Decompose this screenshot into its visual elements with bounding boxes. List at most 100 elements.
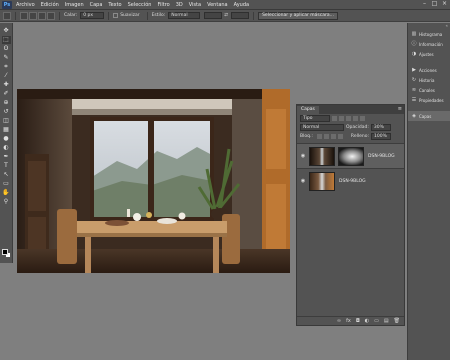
gradient-tool[interactable]: ▦: [2, 126, 11, 134]
dock-item-channels[interactable]: ≋ Canales: [408, 85, 450, 95]
menu-ventana[interactable]: Ventana: [207, 2, 228, 8]
eyedropper-tool[interactable]: ⁄: [2, 72, 11, 80]
marquee-preset-icon[interactable]: [3, 11, 11, 20]
photoshop-logo-icon: Ps: [2, 0, 12, 9]
fill-label: Relleno:: [350, 134, 369, 139]
layer-row[interactable]: ◉ DSN-9BLOG: [297, 168, 404, 193]
info-icon: ⓘ: [411, 41, 417, 47]
move-tool[interactable]: ✥: [2, 27, 11, 35]
dock-item-history[interactable]: ↻ Historia: [408, 75, 450, 85]
new-selection-icon[interactable]: [20, 11, 28, 20]
style-select[interactable]: Normal: [168, 12, 201, 19]
menu-vista[interactable]: Vista: [189, 2, 201, 8]
height-input[interactable]: [231, 12, 250, 19]
healing-brush-tool[interactable]: ✚: [2, 81, 11, 89]
pen-tool[interactable]: ✒: [2, 153, 11, 161]
visibility-eye-icon[interactable]: ◉: [299, 153, 307, 159]
style-label: Estilo:: [151, 13, 166, 18]
layer-style-icon[interactable]: fx: [346, 318, 351, 324]
type-tool[interactable]: T: [2, 162, 11, 170]
tab-capas[interactable]: Capas: [297, 106, 319, 114]
zoom-tool[interactable]: ⚲: [2, 198, 11, 206]
delete-layer-icon[interactable]: 🗑: [394, 318, 400, 324]
history-brush-tool[interactable]: ↺: [2, 108, 11, 116]
link-layers-icon[interactable]: ∞: [337, 318, 341, 324]
dodge-tool[interactable]: ◐: [2, 144, 11, 152]
lasso-tool[interactable]: ʘ: [2, 45, 11, 53]
blur-tool[interactable]: ●: [2, 135, 11, 143]
new-group-icon[interactable]: ▭: [374, 318, 379, 324]
antialias-checkbox[interactable]: [113, 13, 119, 18]
actions-icon: ▶: [412, 67, 416, 73]
close-button[interactable]: ×: [441, 1, 448, 8]
path-selection-tool[interactable]: ↖: [2, 171, 11, 179]
quick-selection-tool[interactable]: ✎: [2, 54, 11, 62]
menu-capa[interactable]: Capa: [90, 2, 103, 8]
filter-pixel-icon[interactable]: [332, 116, 337, 121]
options-divider: [253, 11, 255, 20]
dock-item-label: Historia: [419, 77, 435, 83]
menu-ayuda[interactable]: Ayuda: [234, 2, 249, 8]
layer-row[interactable]: ◉ DSN-9BLOG: [297, 143, 404, 168]
antialias-label: Suavizar: [120, 13, 140, 18]
maximize-button[interactable]: □: [431, 1, 438, 8]
panel-dock: « ▥ Histograma ⓘ Información ◑ Ajustes ▶ Accio…: [407, 23, 450, 360]
filter-type-icon[interactable]: [346, 116, 351, 121]
hand-tool[interactable]: ✋: [2, 189, 11, 197]
layers-panel: Capas ≡ Tipo Normal Opacidad: 30% Bloq.:…: [296, 104, 405, 326]
swap-icon[interactable]: ⇄: [224, 13, 228, 18]
filter-shape-icon[interactable]: [353, 116, 358, 121]
layer-name[interactable]: DSN-9BLOG: [339, 179, 366, 184]
clone-stamp-tool[interactable]: ⊕: [2, 99, 11, 107]
lock-all-icon[interactable]: [337, 134, 343, 139]
minimize-button[interactable]: –: [421, 1, 428, 8]
marquee-tool[interactable]: ⬚: [1, 36, 11, 44]
menu-imagen[interactable]: Imagen: [65, 2, 84, 8]
fill-input[interactable]: 100%: [371, 133, 391, 140]
menu-filtro[interactable]: Filtro: [157, 2, 169, 8]
opacity-input[interactable]: 30%: [370, 124, 391, 131]
menu-3d[interactable]: 3D: [176, 2, 183, 8]
menu-texto[interactable]: Texto: [108, 2, 121, 8]
visibility-eye-icon[interactable]: ◉: [299, 178, 307, 184]
dock-item-layers[interactable]: ◈ Capas: [408, 111, 450, 121]
dock-item-adjustments[interactable]: ◑ Ajustes: [408, 49, 450, 59]
select-and-mask-button[interactable]: Seleccionar y aplicar máscara...: [258, 11, 338, 20]
rectangle-tool[interactable]: ▭: [2, 180, 11, 188]
dock-item-actions[interactable]: ▶ Acciones: [408, 65, 450, 75]
subtract-from-selection-icon[interactable]: [38, 11, 46, 20]
document-canvas[interactable]: [17, 89, 290, 273]
width-input[interactable]: [204, 12, 223, 19]
lock-position-icon[interactable]: [330, 134, 336, 139]
feather-label: Calar:: [64, 13, 78, 18]
history-icon: ↻: [411, 77, 417, 83]
menu-archivo[interactable]: Archivo: [16, 2, 35, 8]
dock-item-info[interactable]: ⓘ Información: [408, 39, 450, 49]
filter-adjustment-icon[interactable]: [339, 116, 344, 121]
lock-pixels-icon[interactable]: [323, 134, 329, 139]
feather-input[interactable]: 0 px: [80, 12, 105, 19]
layer-filter-row: Tipo: [297, 114, 404, 123]
new-layer-icon[interactable]: ▤: [384, 318, 389, 324]
dock-item-histogram[interactable]: ▥ Histograma: [408, 29, 450, 39]
adjustment-layer-icon[interactable]: ◐: [365, 318, 369, 324]
panel-menu-icon[interactable]: ≡: [398, 106, 402, 112]
filter-smart-object-icon[interactable]: [360, 116, 365, 121]
foreground-color-swatch[interactable]: [2, 249, 8, 255]
brush-tool[interactable]: ✐: [2, 90, 11, 98]
menu-edicion[interactable]: Edición: [41, 2, 59, 8]
layer-filter-select[interactable]: Tipo: [300, 115, 330, 122]
lock-transparency-icon[interactable]: [316, 134, 322, 139]
lock-label: Bloq.:: [300, 134, 313, 139]
menu-seleccion[interactable]: Selección: [128, 2, 152, 8]
add-mask-icon[interactable]: ◘: [356, 318, 360, 324]
crop-tool[interactable]: ⌗: [2, 63, 11, 71]
add-to-selection-icon[interactable]: [29, 11, 37, 20]
dock-item-properties[interactable]: ☰ Propiedades: [408, 95, 450, 105]
blend-mode-select[interactable]: Normal: [300, 124, 344, 131]
intersect-selection-icon[interactable]: [47, 11, 55, 20]
layer-name[interactable]: DSN-9BLOG: [368, 154, 395, 159]
layer-mask-thumbnail[interactable]: [338, 146, 364, 166]
eraser-tool[interactable]: ◫: [2, 117, 11, 125]
channels-icon: ≋: [411, 87, 417, 93]
